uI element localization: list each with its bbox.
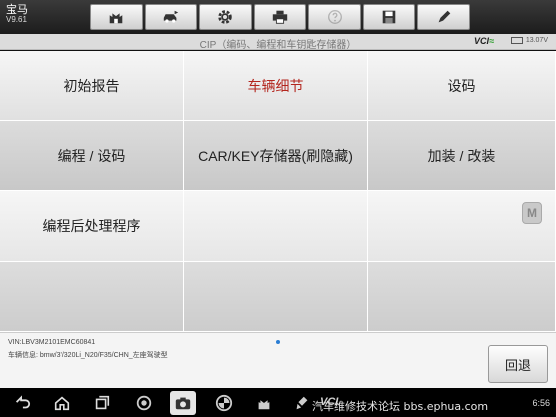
menu-item-coding[interactable]: 设码 bbox=[368, 51, 556, 121]
print-button[interactable] bbox=[253, 4, 307, 30]
app-home-button[interactable] bbox=[254, 393, 274, 413]
floating-menu-button[interactable]: M bbox=[522, 202, 542, 224]
system-navbar: VCI 汽车维修技术论坛 bbs.ephua.com 6:56 bbox=[0, 388, 556, 417]
battery-voltage: 13.07V bbox=[525, 37, 548, 44]
edit-icon bbox=[438, 10, 451, 23]
software-version: V9.61 bbox=[6, 15, 27, 25]
menu-item-empty bbox=[184, 262, 368, 332]
edit-button[interactable] bbox=[417, 4, 471, 30]
bmw-app-button[interactable] bbox=[214, 393, 234, 413]
vehicle-info-footer: VIN:LBV3M2101EMC60841 车辆信息: bmw/3'/320Li… bbox=[0, 332, 556, 388]
settings-icon bbox=[218, 10, 233, 24]
vin-text: VIN:LBV3M2101EMC60841 bbox=[8, 339, 96, 346]
save-icon bbox=[382, 10, 396, 24]
help-icon bbox=[327, 10, 342, 24]
back-arrow-icon bbox=[15, 395, 31, 409]
brush-icon bbox=[296, 396, 308, 410]
vehicle-swap-icon bbox=[163, 10, 179, 23]
print-icon bbox=[272, 10, 288, 24]
forum-watermark: 汽车维修技术论坛 bbs.ephua.com bbox=[312, 400, 489, 413]
vehicle-brand: 宝马 V9.61 bbox=[6, 4, 28, 25]
battery-icon bbox=[510, 37, 523, 44]
nav-recents-button[interactable] bbox=[92, 393, 112, 413]
toolbar-buttons bbox=[90, 4, 471, 30]
camera-icon bbox=[175, 397, 191, 410]
home-button[interactable] bbox=[90, 4, 143, 30]
house-icon bbox=[54, 396, 70, 411]
home-icon bbox=[258, 400, 270, 410]
system-clock: 6:56 bbox=[532, 398, 550, 408]
menu-item-initial-report[interactable]: 初始报告 bbox=[0, 51, 184, 121]
home-icon bbox=[109, 13, 123, 24]
title-bar: CIP（编码、编程和车钥匙存储器） VCI≈ 13.07V bbox=[0, 34, 556, 51]
menu-item-programming-coding[interactable]: 编程 / 设码 bbox=[0, 121, 184, 191]
page-title: CIP（编码、编程和车钥匙存储器） bbox=[199, 40, 357, 51]
bmw-logo-icon bbox=[215, 394, 233, 412]
menu-item-car-key-memory[interactable]: CAR/KEY存储器(刷隐藏) bbox=[184, 121, 368, 191]
back-button[interactable]: 回退 bbox=[488, 345, 548, 383]
menu-item-post-programming[interactable]: 编程后处理程序 bbox=[0, 191, 184, 262]
vci-link-icon: ≈ bbox=[489, 36, 494, 46]
menu-item-vehicle-details[interactable]: 车辆细节 bbox=[184, 51, 368, 121]
top-toolbar: 宝马 V9.61 bbox=[0, 0, 556, 34]
vci-status: VCI≈ bbox=[474, 36, 494, 46]
browser-icon bbox=[136, 395, 152, 411]
vci-label: VCI bbox=[474, 36, 490, 46]
vehicle-swap-button[interactable] bbox=[144, 4, 198, 30]
menu-item-empty bbox=[184, 191, 368, 262]
help-button[interactable] bbox=[308, 4, 361, 30]
browser-button[interactable] bbox=[134, 393, 154, 413]
menu-item-empty bbox=[0, 262, 184, 332]
menu-item-empty bbox=[368, 262, 556, 332]
menu-item-retrofit[interactable]: 加装 / 改装 bbox=[368, 121, 556, 191]
save-button[interactable] bbox=[362, 4, 416, 30]
page-indicator bbox=[276, 340, 280, 344]
nav-home-button[interactable] bbox=[52, 393, 72, 413]
nav-back-button[interactable] bbox=[12, 393, 32, 413]
clean-button[interactable] bbox=[292, 393, 312, 413]
recents-icon bbox=[95, 395, 110, 410]
function-menu-grid: 初始报告 车辆细节 设码 编程 / 设码 CAR/KEY存储器(刷隐藏) 加装 … bbox=[0, 51, 556, 332]
battery-status: 13.07V bbox=[510, 37, 548, 44]
vehicle-info-text: 车辆信息: bmw/3'/320Li_N20/F35/CHN_左座驾驶型 bbox=[8, 352, 168, 359]
settings-button[interactable] bbox=[199, 4, 252, 30]
screenshot-button[interactable] bbox=[170, 391, 196, 415]
